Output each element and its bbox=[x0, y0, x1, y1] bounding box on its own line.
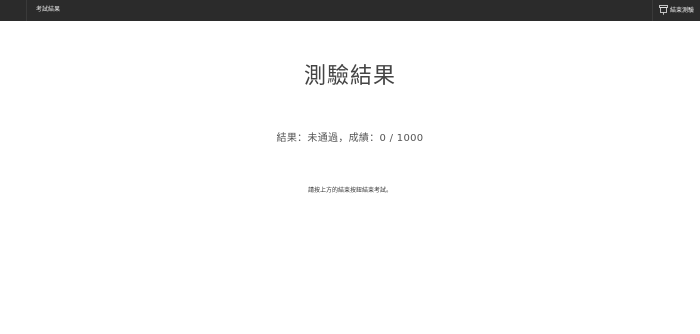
topbar-divider-right bbox=[652, 0, 653, 21]
result-score-text: 結果：未通過，成績：0 / 1000 bbox=[276, 133, 424, 144]
exit-exam-label: 結束測驗 bbox=[670, 7, 695, 14]
exit-instruction-text: 請按上方的結束按鈕結束考試。 bbox=[307, 187, 392, 194]
top-bar: 考試結果 結束測驗 bbox=[0, 0, 700, 21]
exit-door-icon bbox=[659, 5, 668, 15]
exit-exam-button[interactable]: 結束測驗 bbox=[659, 3, 694, 17]
review-results-link[interactable]: 考試結果 bbox=[36, 5, 60, 15]
topbar-divider-left bbox=[26, 0, 27, 21]
page-title: 測驗結果 bbox=[303, 64, 396, 89]
